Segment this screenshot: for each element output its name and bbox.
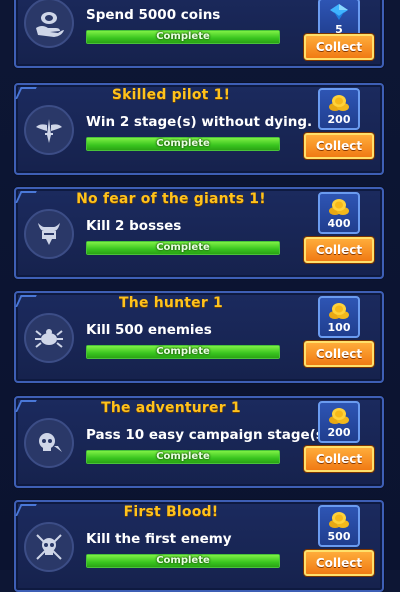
achievement-title: First Blood! (123, 504, 219, 520)
progress-label: Complete (156, 555, 210, 566)
reward-box: 100 (318, 296, 360, 338)
collect-button[interactable]: Collect (304, 550, 374, 576)
task-description: Spend 5000 coins (86, 7, 221, 23)
gold-coins-icon (329, 408, 349, 424)
bug-icon (24, 313, 74, 363)
achievement-card: First Blood! Kill the first enemy Comple… (14, 500, 384, 592)
achievement-card: No fear of the giants 1! Kill 2 bosses C… (14, 187, 384, 279)
horned-helmet-icon (24, 209, 74, 259)
progress-bar: Complete (86, 450, 280, 464)
skull-crossed-swords-icon (24, 522, 74, 572)
achievement-title: The hunter 1 (119, 295, 223, 311)
progress-label: Complete (156, 451, 210, 462)
blue-gem-icon (330, 4, 348, 20)
task-description: Pass 10 easy campaign stage(s) (86, 427, 331, 443)
achievement-card: Spend 5000 coins Complete 5 Collect (14, 0, 384, 68)
gold-coins-icon (329, 95, 349, 111)
progress-bar: Complete (86, 241, 280, 255)
achievement-card: Skilled pilot 1! Win 2 stage(s) without … (14, 83, 384, 175)
achievement-title: Skilled pilot 1! (111, 87, 231, 103)
gold-coins-icon (329, 512, 349, 528)
skull-speech-icon (24, 418, 74, 468)
reward-box: 200 (318, 401, 360, 443)
coins-hand-icon (24, 0, 74, 48)
collect-button[interactable]: Collect (304, 133, 374, 159)
gold-coins-icon (329, 199, 349, 215)
progress-bar: Complete (86, 554, 280, 568)
reward-amount: 100 (327, 321, 351, 334)
progress-label: Complete (156, 31, 210, 42)
reward-amount: 200 (327, 426, 351, 439)
progress-bar: Complete (86, 345, 280, 359)
achievement-title: The adventurer 1 (101, 400, 241, 416)
winged-sword-icon (24, 105, 74, 155)
collect-button[interactable]: Collect (304, 341, 374, 367)
reward-box: 400 (318, 192, 360, 234)
task-description: Kill 2 bosses (86, 218, 182, 234)
reward-amount: 400 (327, 217, 351, 230)
progress-label: Complete (156, 242, 210, 253)
reward-amount: 200 (327, 113, 351, 126)
reward-box: 200 (318, 88, 360, 130)
progress-label: Complete (156, 346, 210, 357)
collect-button[interactable]: Collect (304, 237, 374, 263)
gold-coins-icon (329, 303, 349, 319)
progress-label: Complete (156, 138, 210, 149)
progress-bar: Complete (86, 137, 280, 151)
collect-button[interactable]: Collect (304, 34, 374, 60)
reward-box: 500 (318, 505, 360, 547)
achievement-card: The adventurer 1 Pass 10 easy campaign s… (14, 396, 384, 488)
collect-button[interactable]: Collect (304, 446, 374, 472)
reward-amount: 500 (327, 530, 351, 543)
task-description: Win 2 stage(s) without dying. (86, 114, 313, 130)
task-description: Kill 500 enemies (86, 322, 212, 338)
progress-bar: Complete (86, 30, 280, 44)
achievement-title: No fear of the giants 1! (76, 191, 266, 207)
task-description: Kill the first enemy (86, 531, 232, 547)
achievement-card: The hunter 1 Kill 500 enemies Complete 1… (14, 291, 384, 383)
